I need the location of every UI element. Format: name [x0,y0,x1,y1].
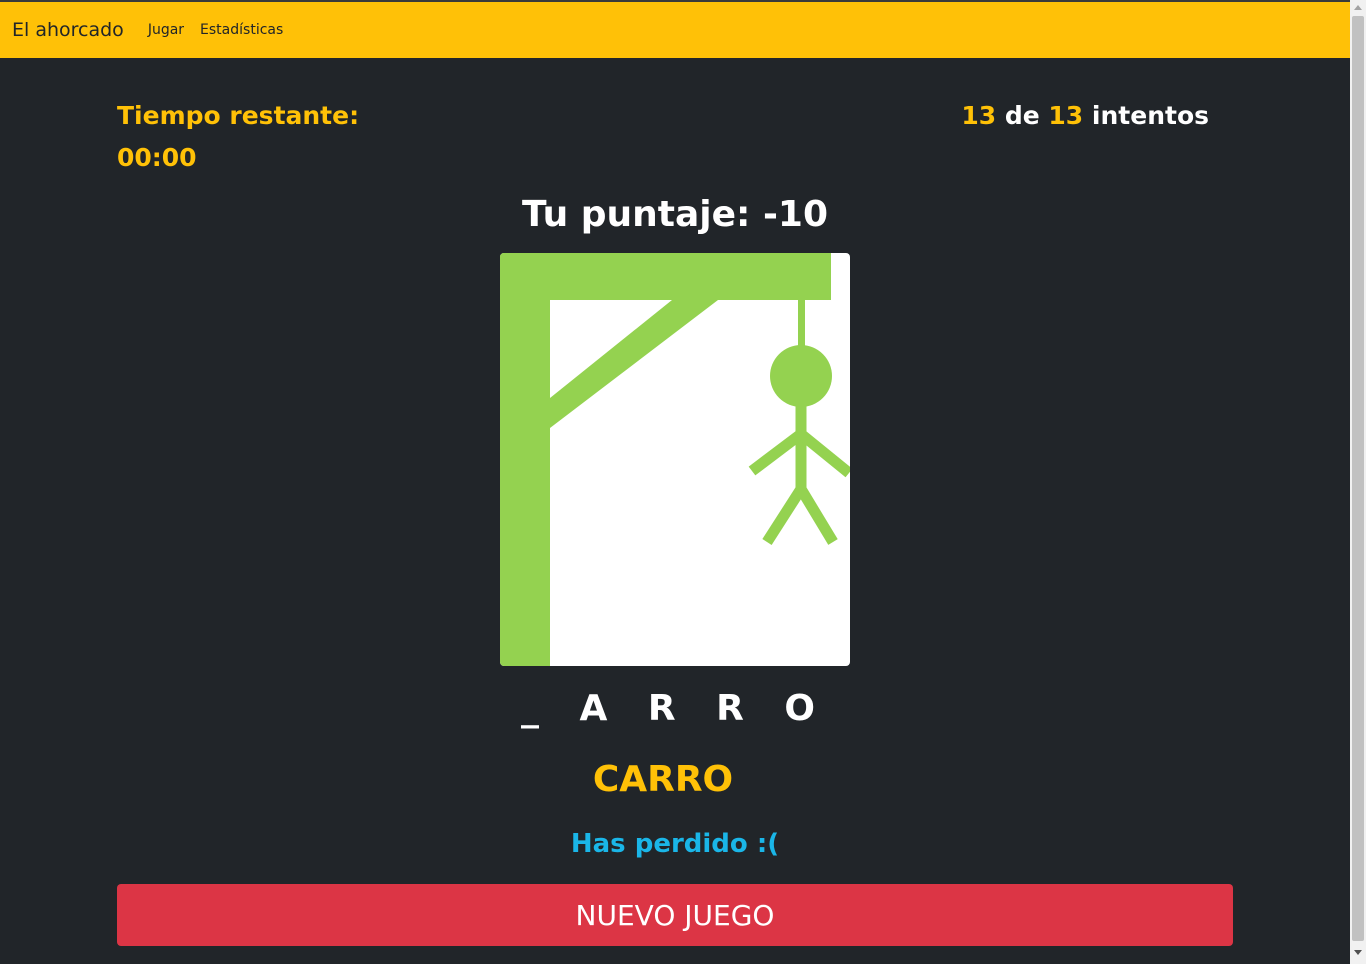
scroll-up-arrow-icon[interactable] [1354,5,1362,10]
nav-link-jugar[interactable]: Jugar [148,22,184,38]
result-message: Has perdido :( [570,829,780,859]
nav-link-estadisticas[interactable]: Estadísticas [200,22,283,38]
attempts-total: 13 [1048,101,1084,130]
brand-link[interactable]: El ahorcado [12,19,124,41]
attempts-connector: de [1004,101,1040,130]
correct-answer: CARRO [592,759,734,800]
attempts-counter: 13 de 13 intentos [961,98,1209,134]
attempts-used: 13 [961,101,997,130]
score-display: Tu puntaje: -10 [521,194,829,235]
hangman-icon [500,253,850,666]
time-remaining-value: 00:00 [117,143,197,172]
navbar: El ahorcado Jugar Estadísticas [0,2,1350,58]
new-game-button[interactable]: NUEVO JUEGO [117,884,1233,946]
masked-word: _ A R R O [520,688,830,729]
scroll-thumb[interactable] [1352,16,1364,941]
time-remaining-label: Tiempo restante: [117,101,360,130]
scroll-down-arrow-icon[interactable] [1354,950,1362,955]
attempts-suffix: intentos [1091,101,1209,130]
vertical-scrollbar[interactable] [1350,0,1366,964]
